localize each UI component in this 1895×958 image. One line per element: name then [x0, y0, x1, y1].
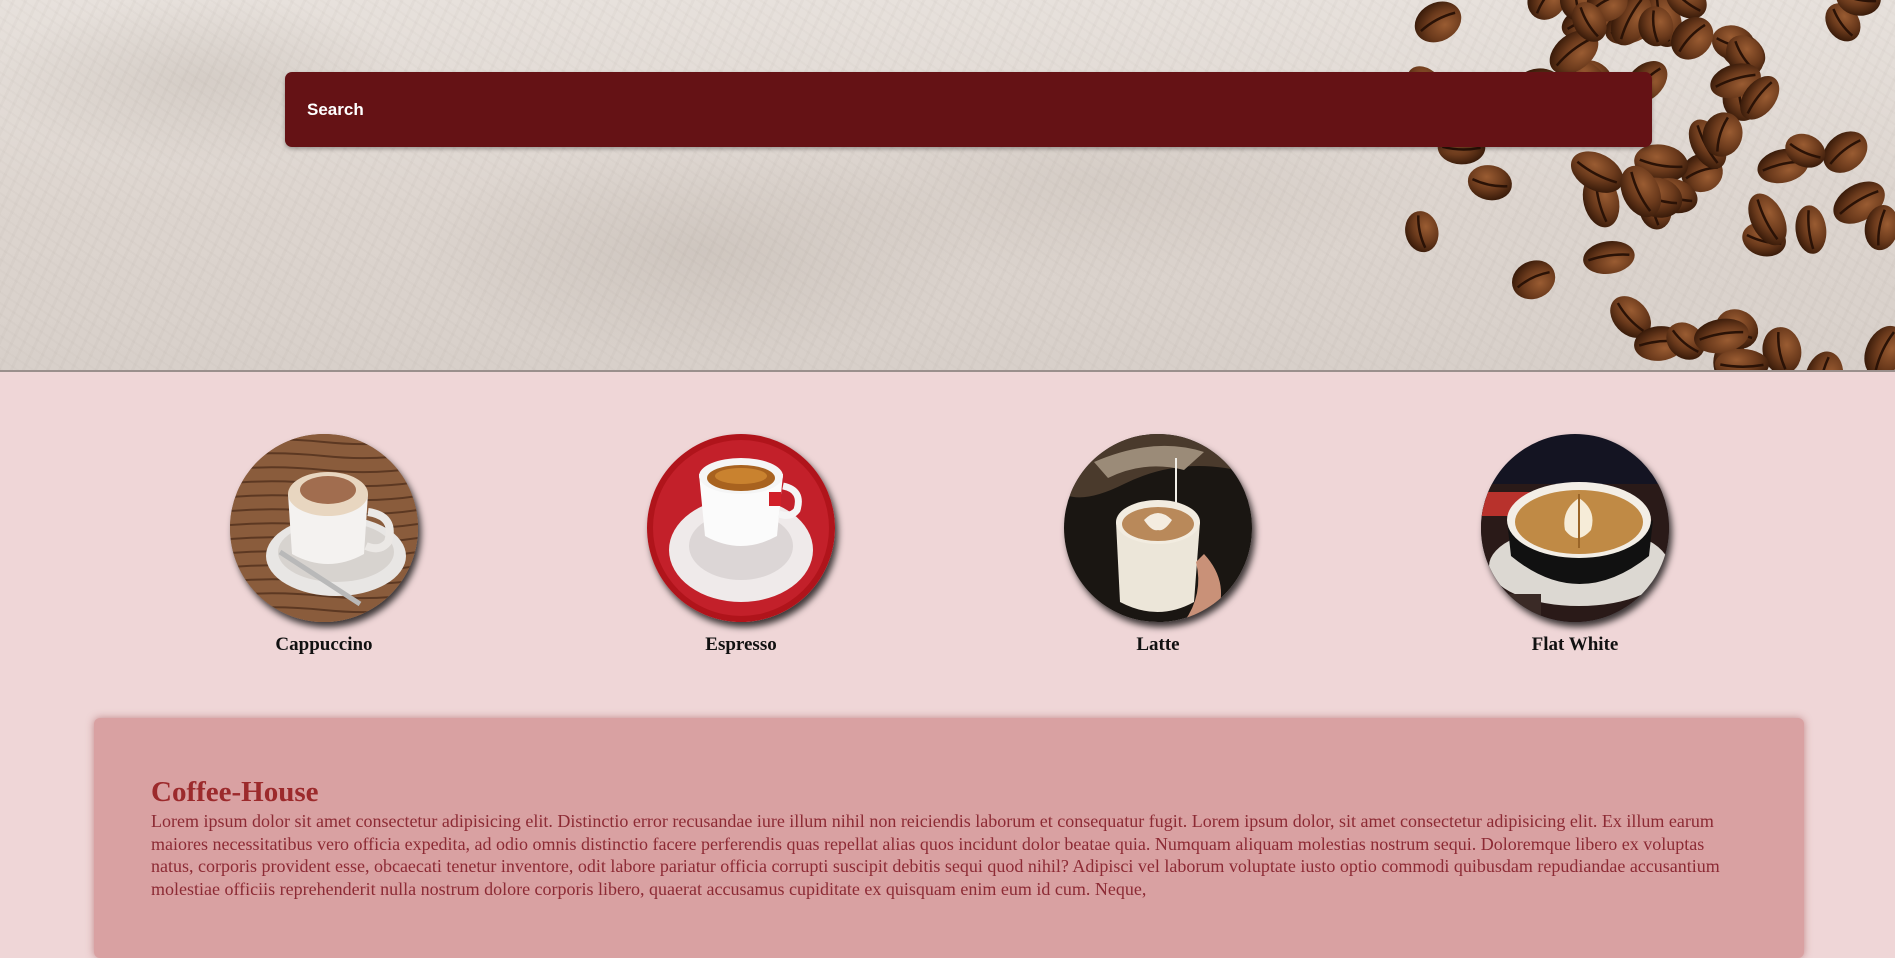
coffee-beans-image	[1405, 0, 1895, 370]
search-input[interactable]	[305, 98, 1652, 121]
latte-cup-image[interactable]	[1064, 434, 1252, 622]
flat-white-cup-image[interactable]	[1481, 434, 1669, 622]
product-name-latte: Latte	[1136, 634, 1180, 655]
about-body-text: Lorem ipsum dolor sit amet consectetur a…	[151, 811, 1720, 899]
about-title: Coffee-House	[151, 776, 319, 808]
about-card: Coffee-House Lorem ipsum dolor sit amet …	[94, 718, 1804, 958]
product-name-cappuccino: Cappuccino	[275, 634, 373, 655]
product-item-latte[interactable]: Latte	[1063, 434, 1253, 656]
hero-banner	[0, 0, 1895, 372]
cappuccino-cup-image[interactable]	[230, 434, 418, 622]
product-list: Cappuccino Espresso Latte Flat White	[0, 372, 1895, 692]
product-name-flat-white: Flat White	[1531, 634, 1619, 655]
product-item-cappuccino[interactable]: Cappuccino	[229, 434, 419, 656]
search-bar[interactable]	[285, 72, 1652, 147]
espresso-cup-image[interactable]	[647, 434, 835, 622]
product-item-espresso[interactable]: Espresso	[646, 434, 836, 656]
product-item-flat-white[interactable]: Flat White	[1480, 434, 1670, 656]
product-name-espresso: Espresso	[705, 634, 777, 655]
